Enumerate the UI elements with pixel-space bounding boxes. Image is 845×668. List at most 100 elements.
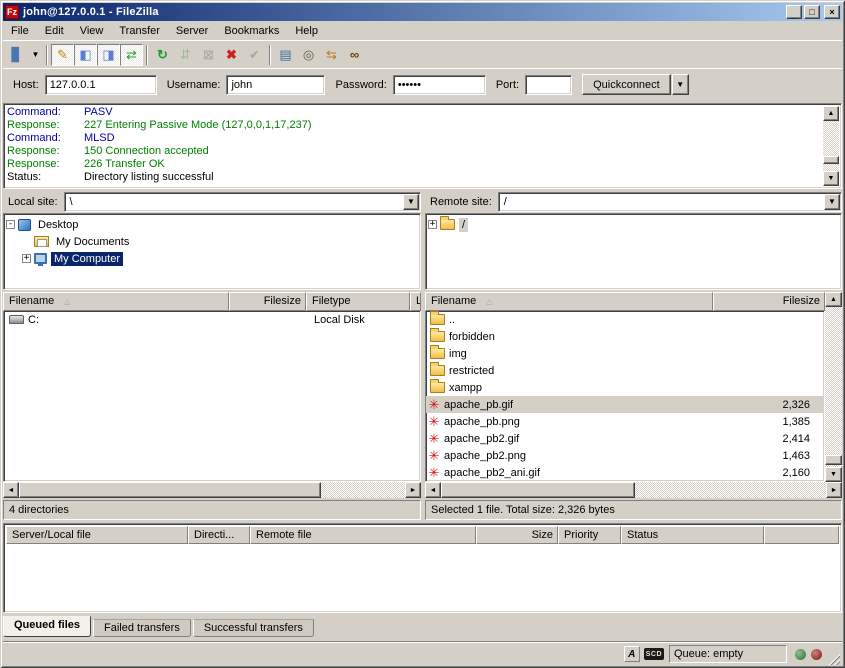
filter-button[interactable]: ▤: [274, 44, 297, 66]
refresh-icon: ↻: [157, 47, 168, 63]
file-row[interactable]: ✳apache_pb.png1,385: [426, 413, 824, 430]
toolbar-separator: [46, 45, 48, 65]
column-header-filename[interactable]: Filename△: [3, 292, 229, 311]
toggle-remote-tree-button[interactable]: ◨: [97, 44, 120, 66]
scroll-left-icon[interactable]: ◄: [425, 482, 441, 498]
port-input[interactable]: [525, 75, 572, 95]
quickconnect-button[interactable]: Quickconnect: [582, 74, 671, 95]
disconnect-icon: ✖: [226, 47, 237, 63]
find-files-button[interactable]: ∞: [343, 44, 366, 66]
quickconnect-dropdown[interactable]: ▼: [672, 74, 689, 95]
scroll-down-icon[interactable]: ▼: [825, 467, 842, 482]
username-input[interactable]: john: [226, 75, 325, 95]
password-input[interactable]: ••••••: [393, 75, 486, 95]
menu-help[interactable]: Help: [287, 23, 326, 39]
data-type-indicator-icon[interactable]: A: [624, 646, 640, 662]
queue-header: Server/Local file Directi... Remote file…: [6, 526, 839, 544]
tab-successful-transfers[interactable]: Successful transfers: [193, 619, 314, 637]
minimize-button[interactable]: _: [786, 5, 802, 19]
chevron-down-icon[interactable]: ▼: [403, 194, 419, 210]
scroll-up-icon[interactable]: ▲: [825, 292, 842, 307]
menu-edit[interactable]: Edit: [37, 23, 72, 39]
scroll-right-icon[interactable]: ►: [826, 482, 842, 498]
expand-icon[interactable]: +: [428, 220, 437, 229]
tree-item-root[interactable]: + /: [428, 216, 839, 233]
log-label: Response:: [7, 158, 84, 171]
file-row-selected[interactable]: ✳apache_pb.gif2,326: [426, 396, 824, 413]
menu-transfer[interactable]: Transfer: [111, 23, 168, 39]
directory-compare-button[interactable]: ◎: [297, 44, 320, 66]
cancel-button[interactable]: ⊠: [197, 44, 220, 66]
synchronized-browsing-button[interactable]: ⇆: [320, 44, 343, 66]
column-header-server-local-file[interactable]: Server/Local file: [6, 526, 188, 544]
collapse-icon[interactable]: -: [6, 220, 15, 229]
tree-item-desktop[interactable]: - Desktop: [6, 216, 418, 233]
scrollbar-thumb[interactable]: [19, 482, 321, 498]
toggle-log-button[interactable]: ✎: [51, 44, 74, 66]
file-name: forbidden: [449, 331, 754, 343]
tab-failed-transfers[interactable]: Failed transfers: [93, 619, 191, 637]
resize-grip[interactable]: [827, 652, 840, 665]
tree-item-my-documents[interactable]: My Documents: [6, 233, 418, 250]
scrollbar-thumb[interactable]: [825, 455, 842, 465]
file-row[interactable]: forbidden: [426, 328, 824, 345]
scroll-left-icon[interactable]: ◄: [3, 482, 19, 498]
close-button[interactable]: ×: [824, 5, 840, 19]
log-line: Response:150 Connection accepted: [7, 145, 841, 158]
column-header-last-modified[interactable]: L: [410, 292, 421, 311]
file-size: 2,326: [754, 399, 824, 411]
toggle-local-tree-button[interactable]: ◧: [74, 44, 97, 66]
column-header-filesize[interactable]: Filesize: [229, 292, 306, 311]
chevron-down-icon[interactable]: ▼: [824, 194, 840, 210]
log-scrollbar[interactable]: ▲ ▼: [823, 106, 839, 186]
scroll-right-icon[interactable]: ►: [405, 482, 421, 498]
remote-list-hscrollbar[interactable]: ◄ ►: [425, 482, 842, 498]
column-header-remote-file[interactable]: Remote file: [250, 526, 476, 544]
scroll-down-icon[interactable]: ▼: [823, 171, 839, 186]
site-manager-button[interactable]: ▊: [5, 44, 28, 66]
filezilla-logo-icon[interactable]: Fz: [5, 5, 19, 19]
folder-icon: [430, 382, 445, 393]
expand-icon[interactable]: +: [22, 254, 31, 263]
file-name: apache_pb2_ani.gif: [444, 467, 754, 479]
file-row[interactable]: img: [426, 345, 824, 362]
toggle-queue-button[interactable]: ⇄: [120, 44, 143, 66]
file-row[interactable]: ✳apache_pb2_ani.gif2,160: [426, 464, 824, 481]
file-row[interactable]: ✳apache_pb2.png1,463: [426, 447, 824, 464]
toolbar-separator: [146, 45, 148, 65]
file-row[interactable]: xampp: [426, 379, 824, 396]
column-header-priority[interactable]: Priority: [558, 526, 621, 544]
host-input[interactable]: 127.0.0.1: [45, 75, 157, 95]
refresh-button[interactable]: ↻: [151, 44, 174, 66]
file-row[interactable]: ..: [426, 311, 824, 328]
remote-site-combobox[interactable]: / ▼: [498, 192, 842, 212]
site-manager-dropdown[interactable]: ▼: [28, 44, 43, 66]
column-header-status[interactable]: Status: [621, 526, 764, 544]
scroll-up-icon[interactable]: ▲: [823, 106, 839, 121]
local-list-hscrollbar[interactable]: ◄ ►: [3, 482, 421, 498]
scrollbar-thumb[interactable]: [823, 156, 839, 164]
remote-list-scrollbar[interactable]: ▲ ▼: [825, 292, 842, 482]
file-row[interactable]: ✳apache_pb2.gif2,414: [426, 430, 824, 447]
menu-server[interactable]: Server: [168, 23, 216, 39]
file-row[interactable]: restricted: [426, 362, 824, 379]
log-label: Status:: [7, 171, 84, 184]
maximize-button[interactable]: □: [804, 5, 820, 19]
local-site-combobox[interactable]: \ ▼: [64, 192, 421, 212]
scrollbar-thumb[interactable]: [441, 482, 635, 498]
menu-file[interactable]: File: [3, 23, 37, 39]
process-queue-button[interactable]: ⇵: [174, 44, 197, 66]
column-header-filesize[interactable]: Filesize: [713, 292, 825, 311]
disconnect-button[interactable]: ✖: [220, 44, 243, 66]
column-header-direction[interactable]: Directi...: [188, 526, 250, 544]
abort-button[interactable]: ✔: [243, 44, 266, 66]
menu-bookmarks[interactable]: Bookmarks: [216, 23, 287, 39]
column-header-filename[interactable]: Filename△: [425, 292, 713, 311]
column-header-filetype[interactable]: Filetype: [306, 292, 410, 311]
tree-item-my-computer[interactable]: + My Computer: [6, 250, 418, 267]
column-header-size[interactable]: Size: [476, 526, 558, 544]
file-row-c-drive[interactable]: C: Local Disk: [4, 311, 420, 328]
tab-queued-files[interactable]: Queued files: [3, 616, 91, 637]
menu-view[interactable]: View: [72, 23, 112, 39]
speed-limit-badge-icon[interactable]: SCD: [644, 648, 664, 660]
